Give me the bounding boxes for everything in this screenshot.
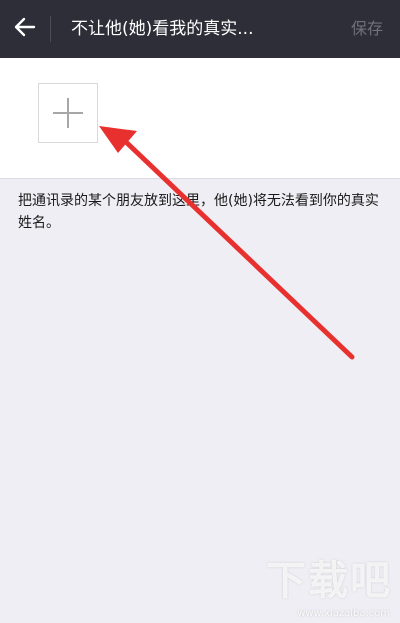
member-panel: [0, 58, 400, 179]
app-screen: 不让他(她)看我的真实... 保存 把通讯录的某个朋友放到这里，他(她)将无法看…: [0, 0, 400, 623]
back-button[interactable]: [0, 0, 50, 58]
arrow-left-icon: [14, 17, 36, 41]
watermark: 下载吧 www.xiazaiba.com: [242, 559, 392, 619]
hint-text: 把通讯录的某个朋友放到这里，他(她)将无法看到你的真实姓名。: [18, 193, 379, 231]
save-button[interactable]: 保存: [334, 0, 400, 58]
watermark-logo: 下载吧: [266, 558, 392, 604]
watermark-url: www.xiazaiba.com: [297, 608, 390, 619]
add-member-button[interactable]: [38, 83, 98, 143]
page-title: 不让他(她)看我的真实...: [71, 19, 254, 39]
title-bar: 不让他(她)看我的真实... 保存: [0, 0, 400, 58]
